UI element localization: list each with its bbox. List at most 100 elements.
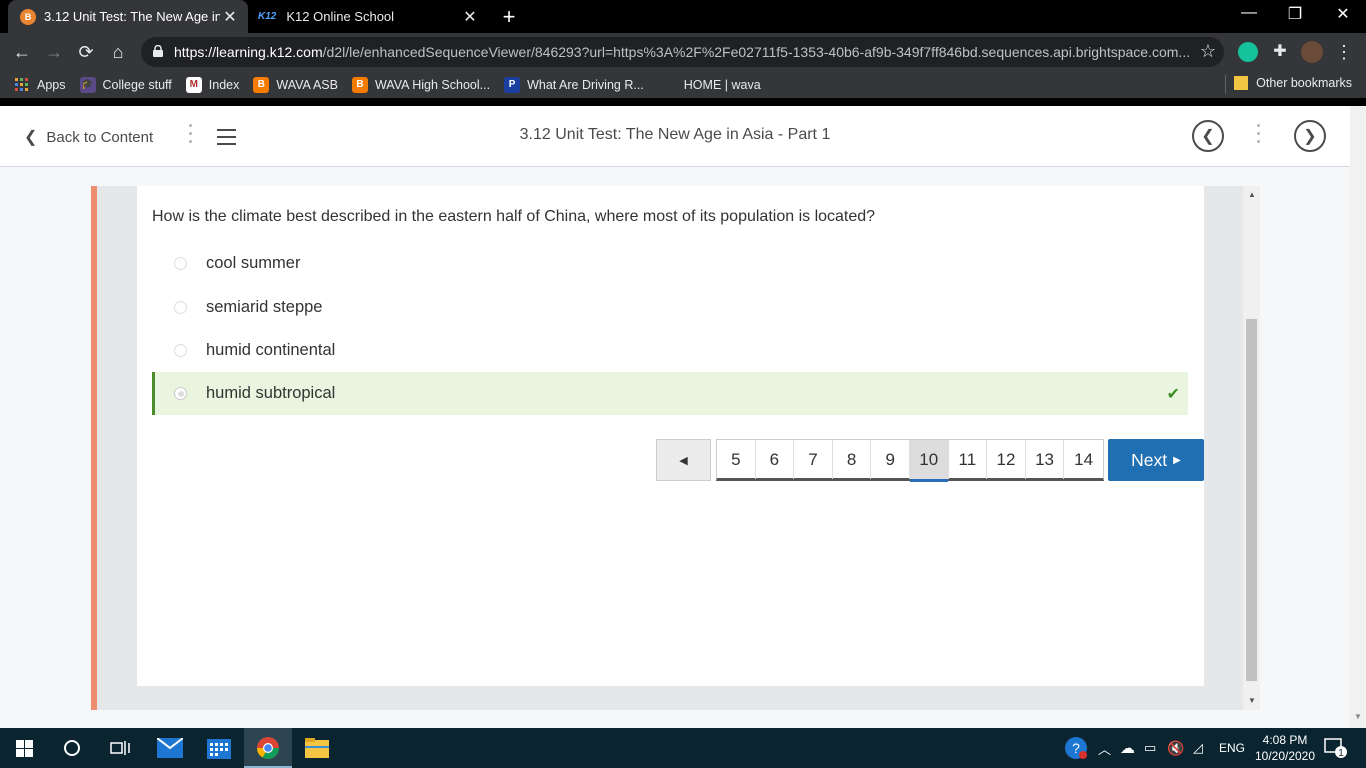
bookmark-what-are-driving[interactable]: P What Are Driving R...	[504, 76, 644, 93]
bookmark-label: WAVA ASB	[276, 77, 338, 92]
quiz-scrollbar[interactable]: ▲ ▼	[1243, 186, 1260, 710]
page-6[interactable]: 6	[756, 440, 795, 479]
battery-icon[interactable]: ▭	[1144, 728, 1156, 768]
bookmark-label: College stuff	[102, 77, 172, 92]
grammarly-icon[interactable]	[1238, 42, 1258, 62]
restore-button[interactable]: ❐	[1272, 4, 1318, 24]
onedrive-cloud-icon[interactable]: ☁	[1120, 728, 1135, 768]
page-11[interactable]: 11	[949, 440, 988, 479]
page-8[interactable]: 8	[833, 440, 872, 479]
new-tab-button[interactable]: +	[497, 4, 521, 30]
tab-unit-test[interactable]: B 3.12 Unit Test: The New Age in A ✕	[8, 0, 248, 33]
answer-option-humid-continental[interactable]: humid continental	[152, 329, 1188, 372]
back-arrow-icon[interactable]: ←	[10, 40, 34, 64]
bookmark-apps[interactable]: Apps	[14, 77, 66, 93]
address-bar[interactable]: https://learning.k12.com/d2l/le/enhanced…	[141, 37, 1224, 67]
triangle-right-icon: ▶	[1173, 454, 1181, 466]
close-tab-icon[interactable]: ✕	[220, 7, 240, 27]
help-icon[interactable]: ?	[1064, 728, 1088, 768]
chrome-icon[interactable]	[244, 728, 292, 768]
bookmark-wava-high-school[interactable]: B WAVA High School...	[351, 76, 491, 93]
blogger-icon: B	[253, 76, 270, 93]
radio-button[interactable]	[174, 257, 187, 270]
scroll-up-arrow-icon[interactable]: ▲	[1248, 190, 1256, 199]
other-bookmarks[interactable]: Other bookmarks	[1234, 76, 1352, 90]
previous-topic-button[interactable]: ❮	[1192, 120, 1224, 152]
bookmark-label: Index	[208, 77, 240, 92]
bookmark-label: HOME | wava	[683, 77, 761, 92]
bookmark-star-icon[interactable]: ☆	[1200, 41, 1216, 62]
next-question-button[interactable]: Next ▶	[1108, 439, 1204, 481]
radio-button[interactable]	[174, 301, 187, 314]
next-topic-button[interactable]: ❯	[1294, 120, 1326, 152]
search-circle-icon[interactable]	[48, 728, 96, 768]
forward-arrow-icon[interactable]: →	[42, 40, 66, 64]
checkmark-icon: ✔	[1166, 386, 1180, 403]
windows-taskbar: ? ︿ ☁ ▭ 🔇 ◿ ENG 4:08 PM 10/20/2020 1	[0, 728, 1366, 768]
triangle-left-icon: ◀	[679, 454, 688, 467]
tab-k12-online-school[interactable]: K12 K12 Online School ✕	[250, 0, 488, 33]
previous-question-button[interactable]: ◀	[656, 439, 711, 481]
answer-option-semiarid-steppe[interactable]: semiarid steppe	[152, 286, 1188, 329]
browser-tab-strip: B 3.12 Unit Test: The New Age in A ✕ K12…	[0, 0, 1366, 33]
bookmark-home-wava[interactable]: HOME | wava	[684, 78, 761, 92]
windows-start-icon[interactable]	[0, 728, 48, 768]
system-clock[interactable]: 4:08 PM 10/20/2020	[1254, 732, 1316, 764]
network-icon[interactable]: ◿	[1193, 728, 1203, 768]
bookmark-label: WAVA High School...	[374, 77, 491, 92]
notification-count: 1	[1338, 748, 1344, 759]
radio-button[interactable]	[174, 344, 187, 357]
extensions-puzzle-icon[interactable]: ✚	[1268, 40, 1292, 64]
close-window-button[interactable]: ✕	[1320, 4, 1366, 24]
page-13[interactable]: 13	[1026, 440, 1065, 479]
other-bookmarks-label: Other bookmarks	[1256, 76, 1352, 90]
page-10-current[interactable]: 10	[909, 440, 949, 482]
minimize-button[interactable]: —	[1226, 4, 1272, 22]
mail-icon[interactable]	[146, 728, 194, 768]
browser-toolbar: ← → ⟳ ⌂ https://learning.k12.com/d2l/le/…	[0, 33, 1366, 71]
chevron-left-icon: ❮	[1201, 128, 1215, 145]
bookmarks-bar: Apps 🎓 College stuff M Index B WAVA ASB …	[0, 71, 1366, 98]
bookmark-wava-asb[interactable]: B WAVA ASB	[253, 76, 338, 93]
home-icon[interactable]: ⌂	[106, 40, 130, 64]
page-14[interactable]: 14	[1064, 440, 1103, 479]
tab-title: K12 Online School	[286, 9, 395, 24]
content-header: ❮ Back to Content 3.12 Unit Test: The Ne…	[0, 106, 1350, 167]
task-view-icon[interactable]	[96, 728, 144, 768]
page-7[interactable]: 7	[794, 440, 833, 479]
answer-option-humid-subtropical[interactable]: humid subtropical ✔	[152, 372, 1188, 415]
close-tab-icon[interactable]: ✕	[460, 7, 480, 27]
radio-button-selected[interactable]	[174, 387, 187, 400]
bookmark-index[interactable]: M Index	[185, 76, 240, 93]
scroll-down-arrow-icon[interactable]: ▼	[1354, 712, 1362, 721]
page-scrollbar[interactable]: ▼	[1350, 106, 1366, 728]
scroll-down-arrow-icon[interactable]: ▼	[1248, 696, 1256, 705]
apps-grid-icon	[14, 77, 30, 93]
page-9[interactable]: 9	[871, 440, 910, 479]
question-text: How is the climate best described in the…	[152, 208, 876, 225]
calendar-icon[interactable]	[195, 728, 243, 768]
lock-icon	[153, 45, 163, 57]
folder-icon	[1234, 76, 1249, 90]
page-12[interactable]: 12	[987, 440, 1026, 479]
page-5[interactable]: 5	[717, 440, 756, 479]
file-explorer-icon[interactable]	[293, 728, 341, 768]
tab-title: 3.12 Unit Test: The New Age in A	[44, 9, 220, 24]
question-pagination: 5 6 7 8 9 10 11 12 13 14	[716, 439, 1104, 482]
reload-icon[interactable]: ⟳	[74, 40, 98, 64]
page-title: 3.12 Unit Test: The New Age in Asia - Pa…	[519, 126, 831, 143]
option-label: humid subtropical	[206, 384, 336, 402]
option-label: semiarid steppe	[206, 298, 323, 316]
index-icon: M	[185, 76, 202, 93]
action-center-icon[interactable]: 1	[1324, 728, 1348, 768]
bookmark-college-stuff[interactable]: 🎓 College stuff	[79, 76, 172, 93]
answer-option-cool-summer[interactable]: cool summer	[152, 242, 1188, 285]
language-indicator[interactable]: ENG	[1219, 728, 1245, 768]
tray-chevron-up-icon[interactable]: ︿	[1098, 728, 1111, 768]
menu-kebab-icon[interactable]: ⋮	[1332, 40, 1356, 64]
profile-avatar[interactable]	[1301, 41, 1323, 63]
header-divider-dots	[1257, 124, 1261, 150]
volume-muted-icon[interactable]: 🔇	[1167, 728, 1184, 768]
scrollbar-thumb[interactable]	[1246, 319, 1257, 681]
k12-icon: K12	[258, 11, 277, 22]
